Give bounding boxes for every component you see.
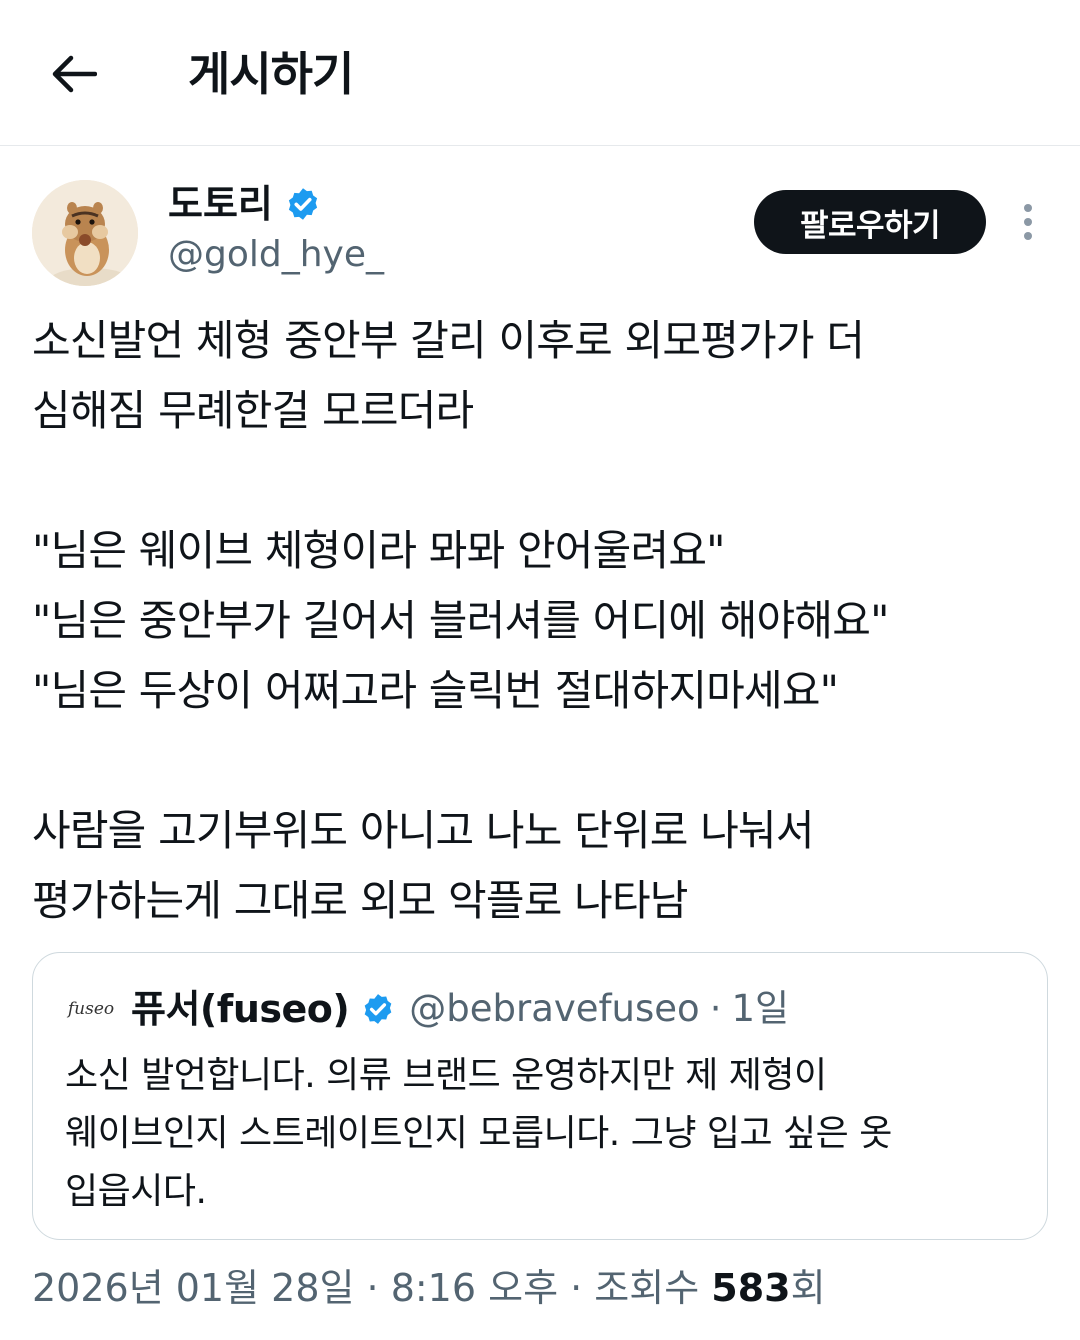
verified-badge-icon (364, 994, 392, 1024)
page-title: 게시하기 (188, 47, 354, 101)
tweet-line: 심해짐 무례한걸 모르더라 (32, 386, 474, 435)
chipmunk-avatar-image (32, 180, 138, 286)
tweet-line: 평가하는게 그대로 외모 악플로 나타남 (32, 876, 688, 925)
quote-timestamp: 1일 (731, 987, 790, 1030)
quoted-tweet[interactable]: fuseo 퓨서(fuseo) @bebravefuseo · 1일 소신 발언… (32, 952, 1048, 1240)
quote-header: 퓨서(fuseo) @bebravefuseo · 1일 (131, 983, 789, 1035)
views-suffix: 회 (790, 1266, 826, 1310)
quote-text: 소신 발언합니다. 의류 브랜드 운영하지만 제 제형이 웨이브인지 스트레이트… (65, 1047, 1025, 1221)
tweet-text: 소신발언 체형 중안부 갈리 이후로 외모평가가 더 심해짐 무례한걸 모르더라… (32, 306, 1052, 936)
views-label: 조회수 (594, 1266, 712, 1310)
quote-line: 소신 발언합니다. 의류 브랜드 운영하지만 제 제형이 (65, 1055, 827, 1096)
arrow-left-icon (52, 55, 97, 93)
quote-author-handle: @bebravefuseo (409, 987, 700, 1030)
tweet-meta: 2026년 01월 28일 · 8:16 오후 · 조회수 583회 (32, 1262, 826, 1314)
back-button[interactable] (46, 46, 102, 102)
follow-button[interactable]: 팔로우하기 (754, 190, 986, 254)
quote-line: 입읍시다. (65, 1171, 207, 1212)
views-count: 583 (711, 1266, 791, 1310)
tweet-line: 소신발언 체형 중안부 갈리 이후로 외모평가가 더 (32, 316, 865, 365)
avatar[interactable] (32, 180, 138, 286)
verified-badge-icon (288, 188, 317, 220)
separator-dot: · (558, 1266, 595, 1310)
author-name[interactable]: 도토리 (168, 180, 321, 228)
author-handle[interactable]: @gold_hye_ (168, 230, 384, 280)
post-date[interactable]: 2026년 01월 28일 (32, 1266, 354, 1310)
top-bar: 게시하기 (0, 0, 1080, 146)
tweet-line: "님은 중안부가 길어서 블러셔를 어디에 해야해요" (32, 596, 889, 645)
tweet-line: 사람을 고기부위도 아니고 나노 단위로 나눠서 (32, 806, 815, 855)
more-vertical-icon (1024, 204, 1032, 240)
quote-line: 웨이브인지 스트레이트인지 모릅니다. 그냥 입고 싶은 옷 (65, 1113, 892, 1154)
separator-dot: · (354, 1266, 391, 1310)
separator-dot: · (709, 987, 722, 1030)
tweet-line: "님은 웨이브 체형이라 뫄뫄 안어울려요" (32, 526, 725, 575)
tweet-line: "님은 두상이 어쩌고라 슬릭번 절대하지마세요" (32, 666, 839, 715)
post-time[interactable]: 8:16 오후 (391, 1266, 558, 1310)
quote-author-name: 퓨서(fuseo) (131, 987, 350, 1031)
quote-avatar: fuseo (63, 981, 119, 1037)
more-button[interactable] (1008, 200, 1048, 244)
author-name-text: 도토리 (168, 182, 273, 226)
